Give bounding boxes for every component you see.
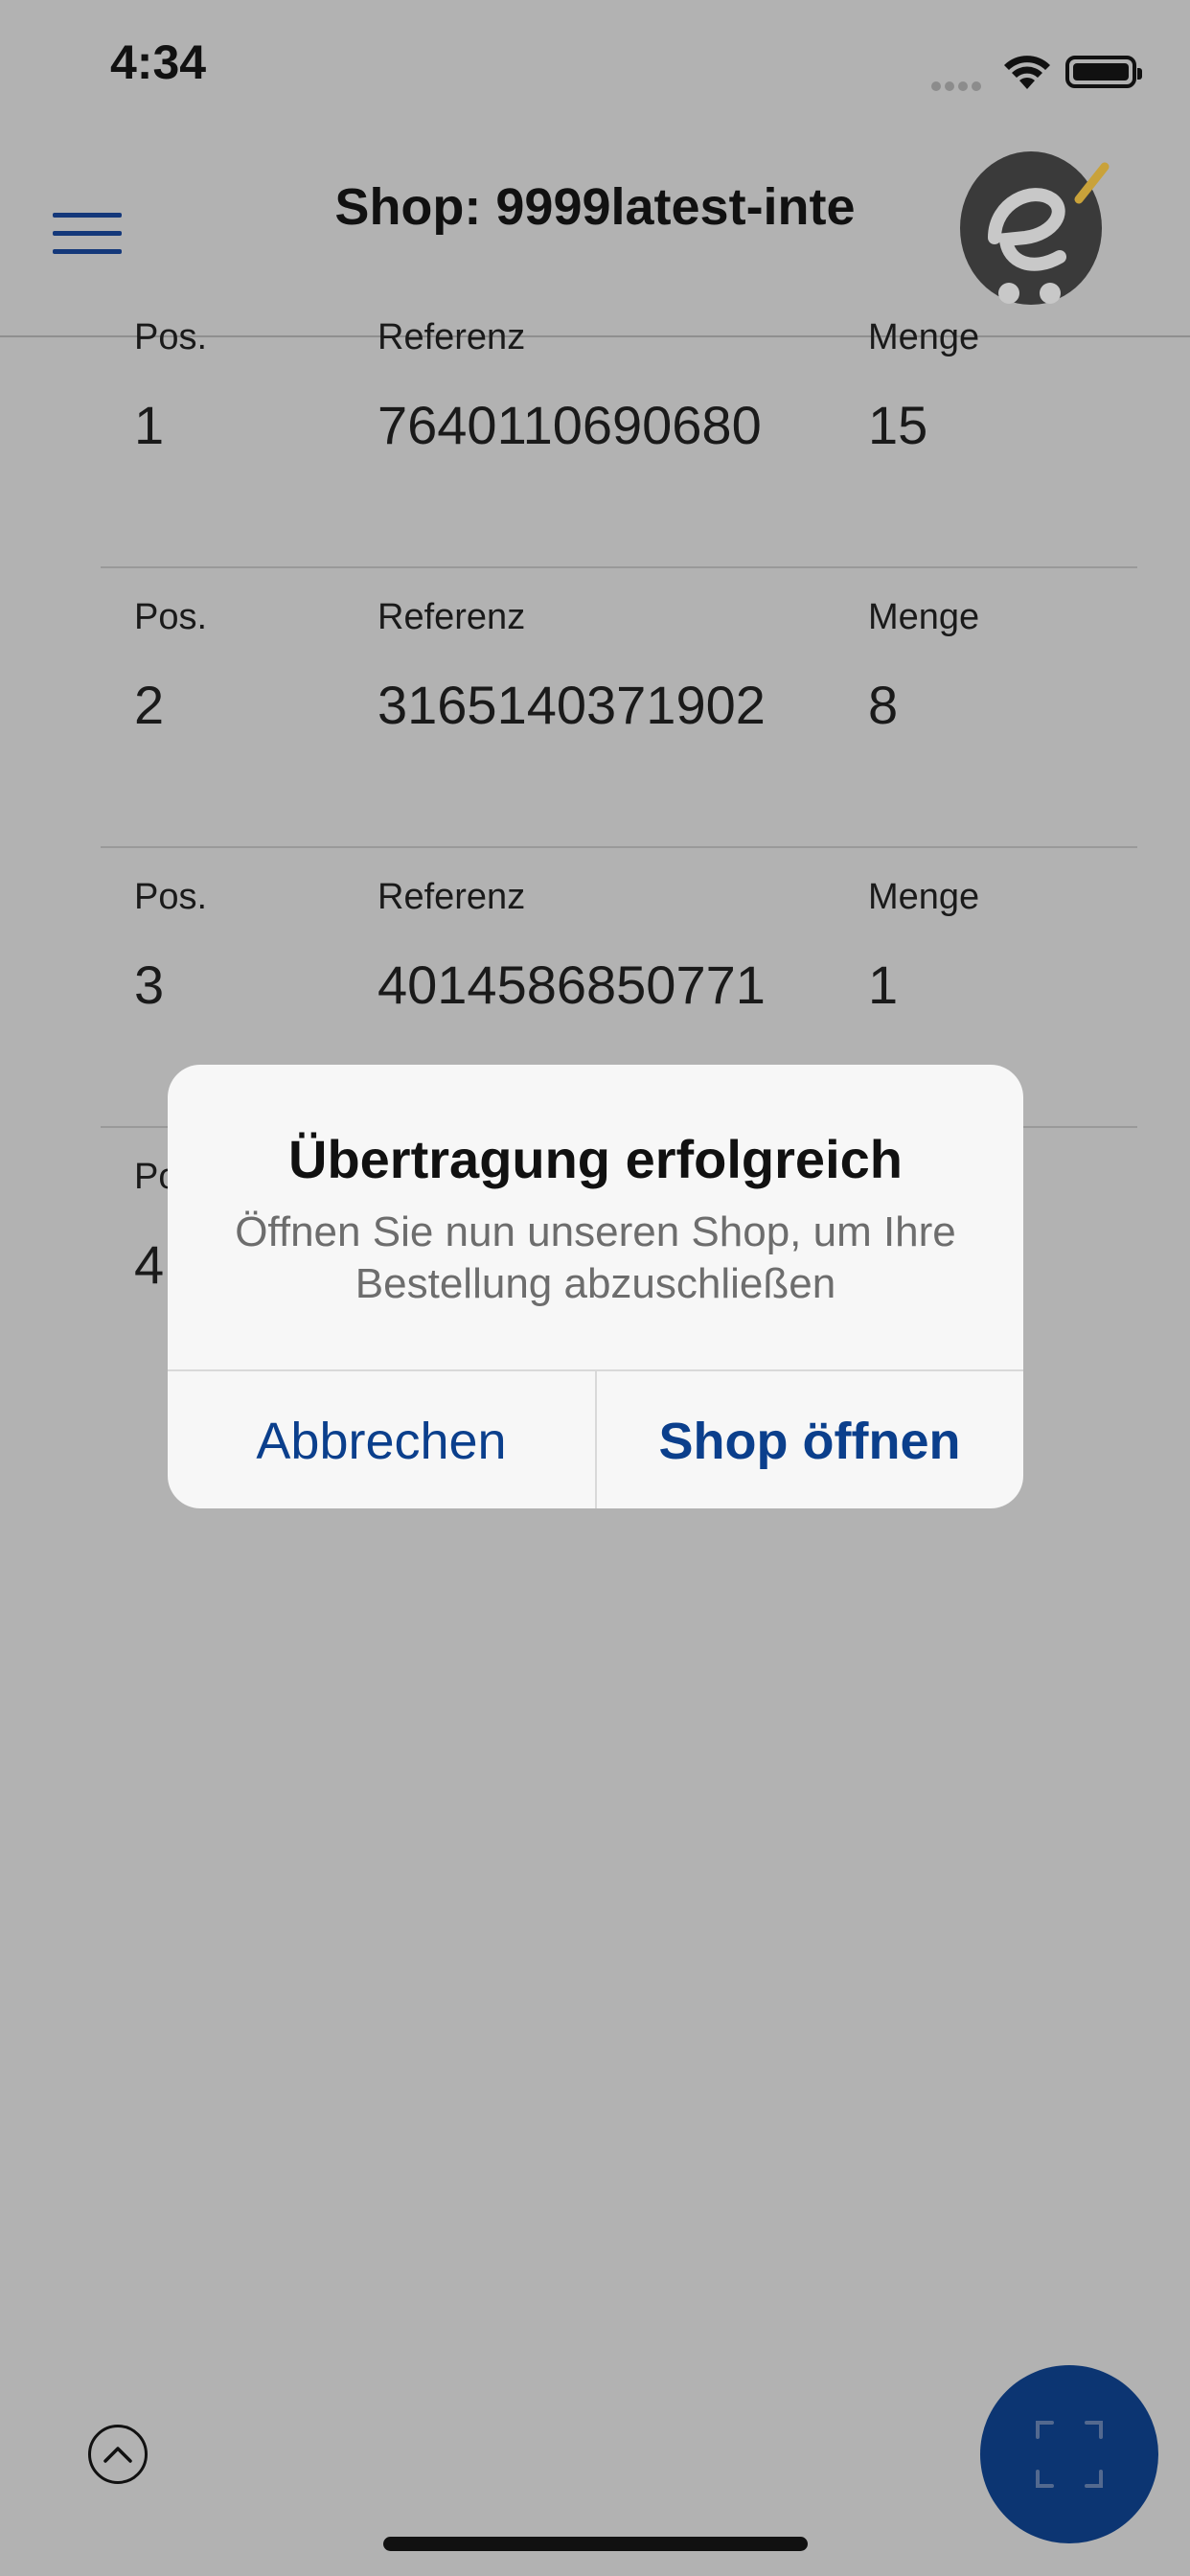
dialog-title: Übertragung erfolgreich <box>288 1129 903 1189</box>
dialog-message: Öffnen Sie nun unseren Shop, um Ihre Bes… <box>235 1208 956 1307</box>
ref-value: 4014586850771 <box>378 954 766 1015</box>
open-shop-button[interactable]: Shop öffnen <box>596 1371 1023 1508</box>
pos-value: 2 <box>134 675 165 735</box>
cancel-button[interactable]: Abbrechen <box>168 1371 597 1508</box>
battery-icon <box>1065 56 1142 88</box>
scan-frame-icon <box>1036 2421 1103 2488</box>
ref-label: Referenz <box>378 597 526 637</box>
pos-value: 4 <box>134 1234 165 1295</box>
qty-value: 1 <box>868 954 899 1015</box>
dialog-actions: Abbrechen Shop öffnen <box>168 1369 1023 1508</box>
ref-value: 7640110690680 <box>378 395 762 455</box>
success-alert-dialog: Übertragung erfolgreich Öffnen Sie nun u… <box>168 1065 1023 1508</box>
pos-label: Pos. <box>134 877 208 917</box>
eshop-cart-logo <box>960 151 1110 305</box>
scroll-to-top-button[interactable] <box>88 2425 148 2484</box>
ref-value: 3165140371902 <box>378 675 766 735</box>
status-time: 4:34 <box>110 35 207 89</box>
qty-label: Menge <box>868 877 980 917</box>
pos-label: Pos. <box>134 597 208 637</box>
ref-label: Referenz <box>378 877 526 917</box>
qty-value: 15 <box>868 395 928 455</box>
app-header: Shop: 9999latest-inte <box>0 134 1190 337</box>
scan-button[interactable] <box>980 2365 1158 2543</box>
qty-label: Menge <box>868 317 980 357</box>
home-indicator <box>383 2537 808 2551</box>
chevron-up-icon <box>103 2447 132 2463</box>
table-row: Pos. Referenz Menge 2 3165140371902 8 <box>0 568 1190 848</box>
wifi-icon <box>1004 56 1050 89</box>
cellular-signal-icon <box>931 79 989 91</box>
table-row: Pos. Referenz Menge 1 7640110690680 15 <box>0 316 1190 568</box>
pos-value: 1 <box>134 395 165 455</box>
qty-value: 8 <box>868 675 899 735</box>
qty-label: Menge <box>868 597 980 637</box>
pos-label: Pos. <box>134 317 208 357</box>
pos-value: 3 <box>134 954 165 1015</box>
ref-label: Referenz <box>378 317 526 357</box>
status-bar: 4:34 <box>0 0 1190 134</box>
